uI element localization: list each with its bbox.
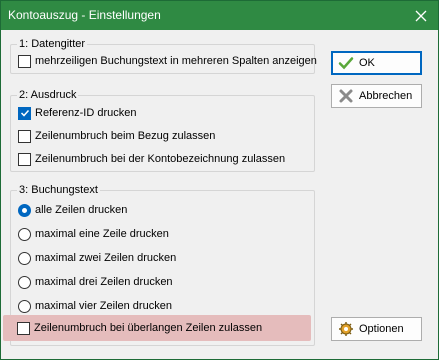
- checkbox-label: Zeilenumbruch bei der Kontobezeichnung z…: [35, 153, 286, 165]
- radio-button[interactable]: [18, 251, 31, 265]
- checkmark-icon: [338, 55, 354, 71]
- group-datengitter-legend: 1: Datengitter: [17, 37, 88, 51]
- checkbox-zeilenumbruch-ueberlange-zeilen[interactable]: Zeilenumbruch bei überlangen Zeilen zula…: [17, 319, 262, 337]
- cross-icon: [338, 88, 354, 104]
- close-button[interactable]: [404, 1, 438, 30]
- checkbox-box[interactable]: [17, 321, 30, 335]
- group-ausdruck: 2: Ausdruck Referenz-ID drucken Zeilenum…: [10, 88, 315, 172]
- title-bar[interactable]: Kontoauszug - Einstellungen: [1, 1, 438, 30]
- radio-button[interactable]: [18, 275, 31, 289]
- radio-label: maximal drei Zeilen drucken: [35, 276, 173, 288]
- radio-zwei-zeilen[interactable]: maximal zwei Zeilen drucken: [18, 249, 176, 267]
- group-buchungstext-legend: 3: Buchungstext: [17, 183, 100, 197]
- radio-drei-zeilen[interactable]: maximal drei Zeilen drucken: [18, 273, 173, 291]
- window-title: Kontoauszug - Einstellungen: [8, 8, 161, 22]
- radio-alle-zeilen[interactable]: alle Zeilen drucken: [18, 201, 127, 219]
- checkbox-box[interactable]: [18, 152, 31, 166]
- checkbox-zeilenumbruch-bezug[interactable]: Zeilenumbruch beim Bezug zulassen: [18, 127, 215, 145]
- radio-eine-zeile[interactable]: maximal eine Zeile drucken: [18, 225, 169, 243]
- group-datengitter: 1: Datengitter mehrzeiligen Buchungstext…: [10, 37, 317, 74]
- radio-label: maximal vier Zeilen drucken: [35, 300, 172, 312]
- checkbox-mehrzeiliger-buchungstext[interactable]: mehrzeiligen Buchungstext in mehreren Sp…: [18, 52, 317, 70]
- group-ausdruck-legend: 2: Ausdruck: [17, 88, 79, 102]
- radio-button[interactable]: [18, 227, 31, 241]
- checkbox-label: Zeilenumbruch beim Bezug zulassen: [35, 130, 216, 142]
- dialog-window: Kontoauszug - Einstellungen 1: Datengitt…: [0, 0, 439, 360]
- cancel-button-label: Abbrechen: [359, 90, 413, 102]
- radio-label: maximal eine Zeile drucken: [35, 228, 169, 240]
- ok-button[interactable]: OK: [331, 51, 422, 75]
- radio-label: maximal zwei Zeilen drucken: [35, 252, 177, 264]
- checkbox-box[interactable]: [18, 54, 31, 68]
- checkbox-box[interactable]: [18, 129, 31, 143]
- ok-button-label: OK: [359, 57, 375, 69]
- cancel-button[interactable]: Abbrechen: [331, 84, 422, 108]
- gear-icon: [338, 321, 354, 337]
- radio-label: alle Zeilen drucken: [35, 204, 128, 216]
- radio-button-selected[interactable]: [18, 203, 31, 217]
- radio-vier-zeilen[interactable]: maximal vier Zeilen drucken: [18, 297, 172, 315]
- options-button-label: Optionen: [359, 323, 404, 335]
- checkbox-label: Referenz-ID drucken: [35, 107, 137, 119]
- checkbox-referenz-id[interactable]: Referenz-ID drucken: [18, 104, 137, 122]
- checkbox-label: Zeilenumbruch bei überlangen Zeilen zula…: [34, 322, 263, 334]
- checkbox-box-checked[interactable]: [18, 106, 31, 120]
- options-button[interactable]: Optionen: [331, 317, 422, 341]
- checkbox-label: mehrzeiligen Buchungstext in mehreren Sp…: [35, 55, 317, 67]
- checkbox-zeilenumbruch-kontobezeichnung[interactable]: Zeilenumbruch bei der Kontobezeichnung z…: [18, 150, 285, 168]
- close-icon: [415, 10, 427, 21]
- checkmark-icon: [20, 109, 29, 117]
- radio-button[interactable]: [18, 299, 31, 313]
